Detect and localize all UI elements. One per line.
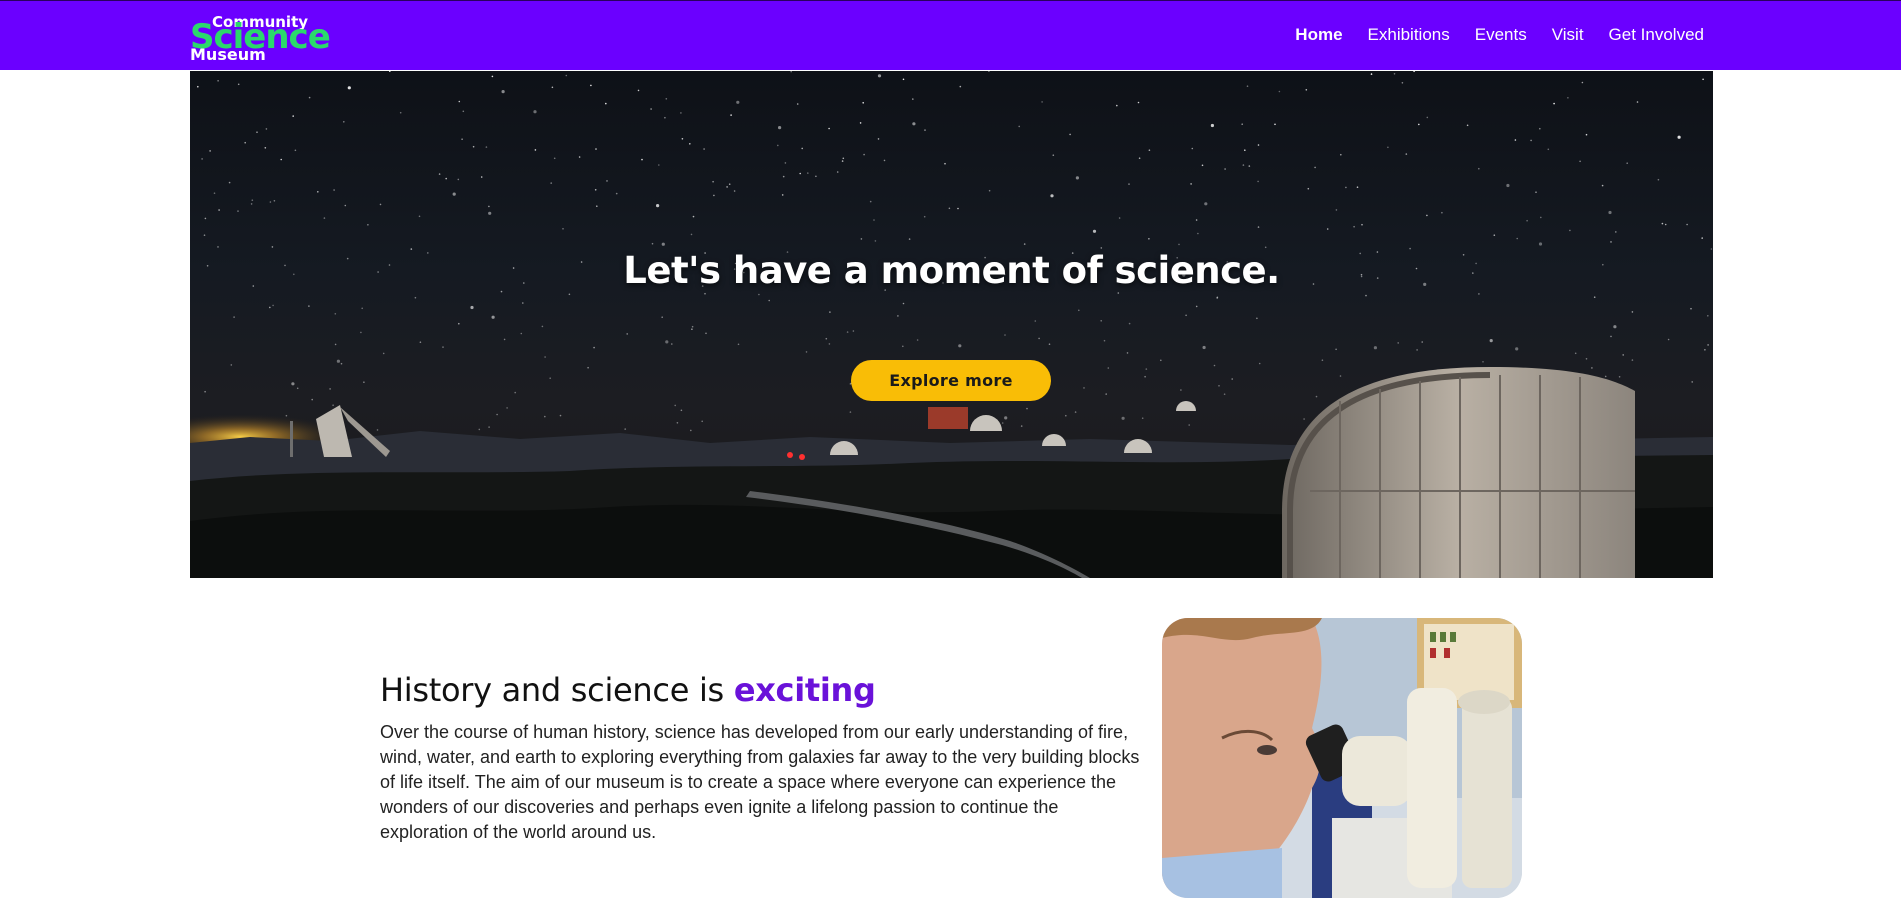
site-logo[interactable]: Community Science Museum <box>190 11 331 64</box>
nav-link-exhibitions[interactable]: Exhibitions <box>1368 25 1450 45</box>
nav-link-visit[interactable]: Visit <box>1552 25 1584 45</box>
main-navigation: Home Exhibitions Events Visit Get Involv… <box>1295 1 1704 69</box>
about-paragraph: Over the course of human history, scienc… <box>380 722 1140 842</box>
about-heading: History and science is exciting <box>380 671 876 709</box>
scientist-microscope-photo <box>1162 618 1522 898</box>
top-navbar: Community Science Museum Home Exhibition… <box>0 0 1901 70</box>
nav-link-events[interactable]: Events <box>1475 25 1527 45</box>
nav-link-get-involved[interactable]: Get Involved <box>1609 25 1704 45</box>
explore-more-button[interactable]: Explore more <box>851 360 1051 401</box>
logo-line-museum: Museum <box>190 45 266 64</box>
observatory-night-sky-image <box>190 71 1713 578</box>
nav-link-home[interactable]: Home <box>1295 25 1342 45</box>
about-heading-prefix: History and science is <box>380 671 734 709</box>
about-heading-accent: exciting <box>733 671 876 709</box>
hero-banner: Let's have a moment of science. Explore … <box>190 71 1713 578</box>
hero-title: Let's have a moment of science. <box>623 249 1280 292</box>
